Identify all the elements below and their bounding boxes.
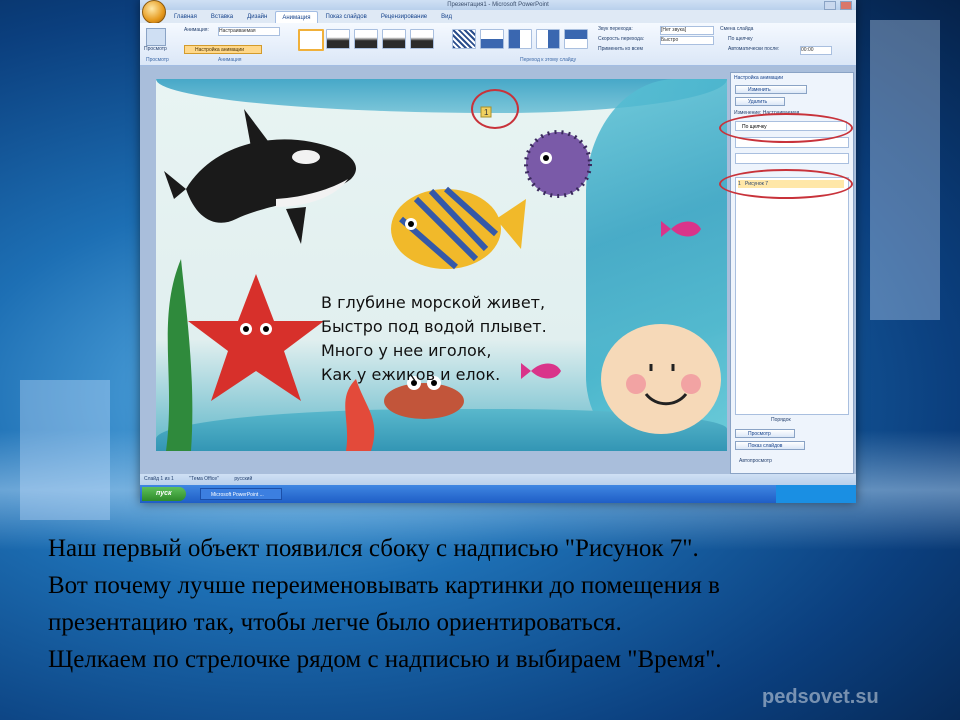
custom-animation-pane: Настройка анимации Изменить Удалить Изме…: [719, 72, 854, 474]
tab-insert[interactable]: Вставка: [205, 11, 239, 23]
taskbar-item-powerpoint[interactable]: Microsoft PowerPoint ...: [200, 488, 282, 500]
angelfish-image[interactable]: [391, 186, 526, 270]
tab-review[interactable]: Рецензирование: [375, 11, 433, 23]
pane-title: Настройка анимации: [734, 75, 784, 81]
minimize-icon[interactable]: [824, 1, 836, 10]
animation-select[interactable]: Настраиваемая: [218, 27, 280, 36]
on-click-checkbox[interactable]: По щелчку: [728, 36, 753, 43]
preview-label[interactable]: Просмотр: [144, 46, 167, 53]
transition-speed-select[interactable]: Быстро: [660, 36, 714, 45]
slide-canvas[interactable]: 1 В глубине морской живет, Быстро под во…: [156, 79, 727, 451]
poem-line: Быстро под водой плывет.: [321, 317, 547, 336]
animation-label: Анимация:: [184, 27, 209, 33]
transition-dissolve[interactable]: [452, 29, 476, 49]
auto-after-input[interactable]: 00:00: [800, 46, 832, 55]
coral-image: [345, 379, 375, 451]
pink-fish-image[interactable]: [661, 221, 701, 237]
tab-view[interactable]: Вид: [435, 11, 458, 23]
poem-line: В глубине морской живет,: [321, 293, 546, 312]
tab-slideshow[interactable]: Показ слайдов: [320, 11, 373, 23]
transition-fade-4[interactable]: [410, 29, 434, 49]
preview-icon[interactable]: [146, 28, 166, 46]
transition-wipe-3[interactable]: [536, 29, 560, 49]
caption-line: Наш первый объект появился сбоку с надпи…: [48, 535, 699, 562]
orca-image[interactable]: [164, 109, 356, 244]
slide-poem: В глубине морской живет, Быстро под водо…: [321, 291, 581, 387]
window-title: Презентация1 - Microsoft PowerPoint: [447, 2, 549, 8]
tab-animation[interactable]: Анимация: [275, 11, 318, 23]
highlight-circle-badge: [471, 89, 519, 129]
workspace: 1 В глубине морской живет, Быстро под во…: [140, 66, 856, 474]
custom-animation-button[interactable]: Настройка анимации: [184, 45, 262, 54]
animation-list: 1 Рисунок 7: [735, 177, 849, 415]
close-icon[interactable]: [840, 1, 852, 10]
ribbon-tabs: Главная Вставка Дизайн Анимация Показ сл…: [168, 11, 458, 23]
group-animation: Анимация: [218, 57, 242, 63]
highlight-circle-start: [719, 113, 853, 143]
group-preview: Просмотр: [146, 57, 169, 63]
transition-none[interactable]: [298, 29, 324, 51]
system-tray: [776, 485, 856, 503]
pane-preview-button[interactable]: Просмотр: [735, 429, 795, 438]
status-language: русский: [234, 476, 253, 482]
status-slide-info: Слайд 1 из 1: [144, 476, 174, 482]
statusbar: Слайд 1 из 1 "Тема Office" русский: [140, 474, 856, 485]
powerpoint-screenshot: Презентация1 - Microsoft PowerPoint Глав…: [140, 0, 856, 503]
auto-after-checkbox[interactable]: Автоматически после:: [728, 46, 779, 53]
autopreview-checkbox[interactable]: Автопросмотр: [739, 457, 772, 465]
transition-wipe-2[interactable]: [508, 29, 532, 49]
background-building-right: [870, 20, 940, 320]
ribbon: Просмотр Анимация: Настраиваемая Настрой…: [140, 23, 856, 66]
pane-slideshow-button[interactable]: Показ слайдов: [735, 441, 805, 450]
transition-fade-1[interactable]: [326, 29, 350, 49]
girl-image[interactable]: [601, 324, 721, 434]
highlight-circle-item: [719, 169, 853, 199]
transition-speed-label: Скорость перехода:: [598, 36, 645, 42]
window-titlebar: Презентация1 - Microsoft PowerPoint: [140, 0, 856, 10]
slide-illustration: 1: [164, 106, 721, 451]
pufferfish-image[interactable]: [524, 130, 592, 198]
transition-fade-2[interactable]: [354, 29, 378, 49]
reorder-label[interactable]: Порядок: [771, 416, 791, 424]
poem-line: Как у ежиков и елок.: [321, 365, 501, 384]
caption-line: Вот почему лучше переименовывать картинк…: [48, 572, 720, 599]
transition-sound-select[interactable]: [Нет звука]: [660, 26, 714, 35]
status-theme: "Тема Office": [189, 476, 219, 482]
transition-fade-3[interactable]: [382, 29, 406, 49]
start-button[interactable]: пуск: [142, 487, 186, 501]
advance-label: Смена слайда: [720, 26, 754, 32]
property-select-2[interactable]: [735, 153, 849, 164]
transition-sound-label: Звук перехода:: [598, 26, 633, 32]
background-building-left: [20, 380, 110, 520]
group-transition: Переход к этому слайду: [520, 57, 577, 63]
office-button[interactable]: [142, 0, 166, 24]
caption-line: Щелкаем по стрелочке рядом с надписью и …: [48, 646, 722, 673]
watermark: pedsovet.su: [762, 686, 879, 708]
tab-home[interactable]: Главная: [168, 11, 203, 23]
delete-button[interactable]: Удалить: [735, 97, 785, 106]
transition-wipe-4[interactable]: [564, 29, 588, 49]
tab-design[interactable]: Дизайн: [241, 11, 273, 23]
change-button[interactable]: Изменить: [735, 85, 807, 94]
apply-all-button[interactable]: Применить ко всем: [598, 46, 643, 53]
seaweed-left: [166, 259, 193, 451]
caption-text: Наш первый объект появился сбоку с надпи…: [48, 530, 928, 678]
taskbar: пуск Microsoft PowerPoint ...: [140, 485, 856, 503]
transition-wipe-1[interactable]: [480, 29, 504, 49]
poem-line: Много у нее иголок,: [321, 341, 492, 360]
caption-line: презентацию так, чтобы легче было ориент…: [48, 609, 622, 636]
starfish-image[interactable]: [188, 274, 324, 401]
